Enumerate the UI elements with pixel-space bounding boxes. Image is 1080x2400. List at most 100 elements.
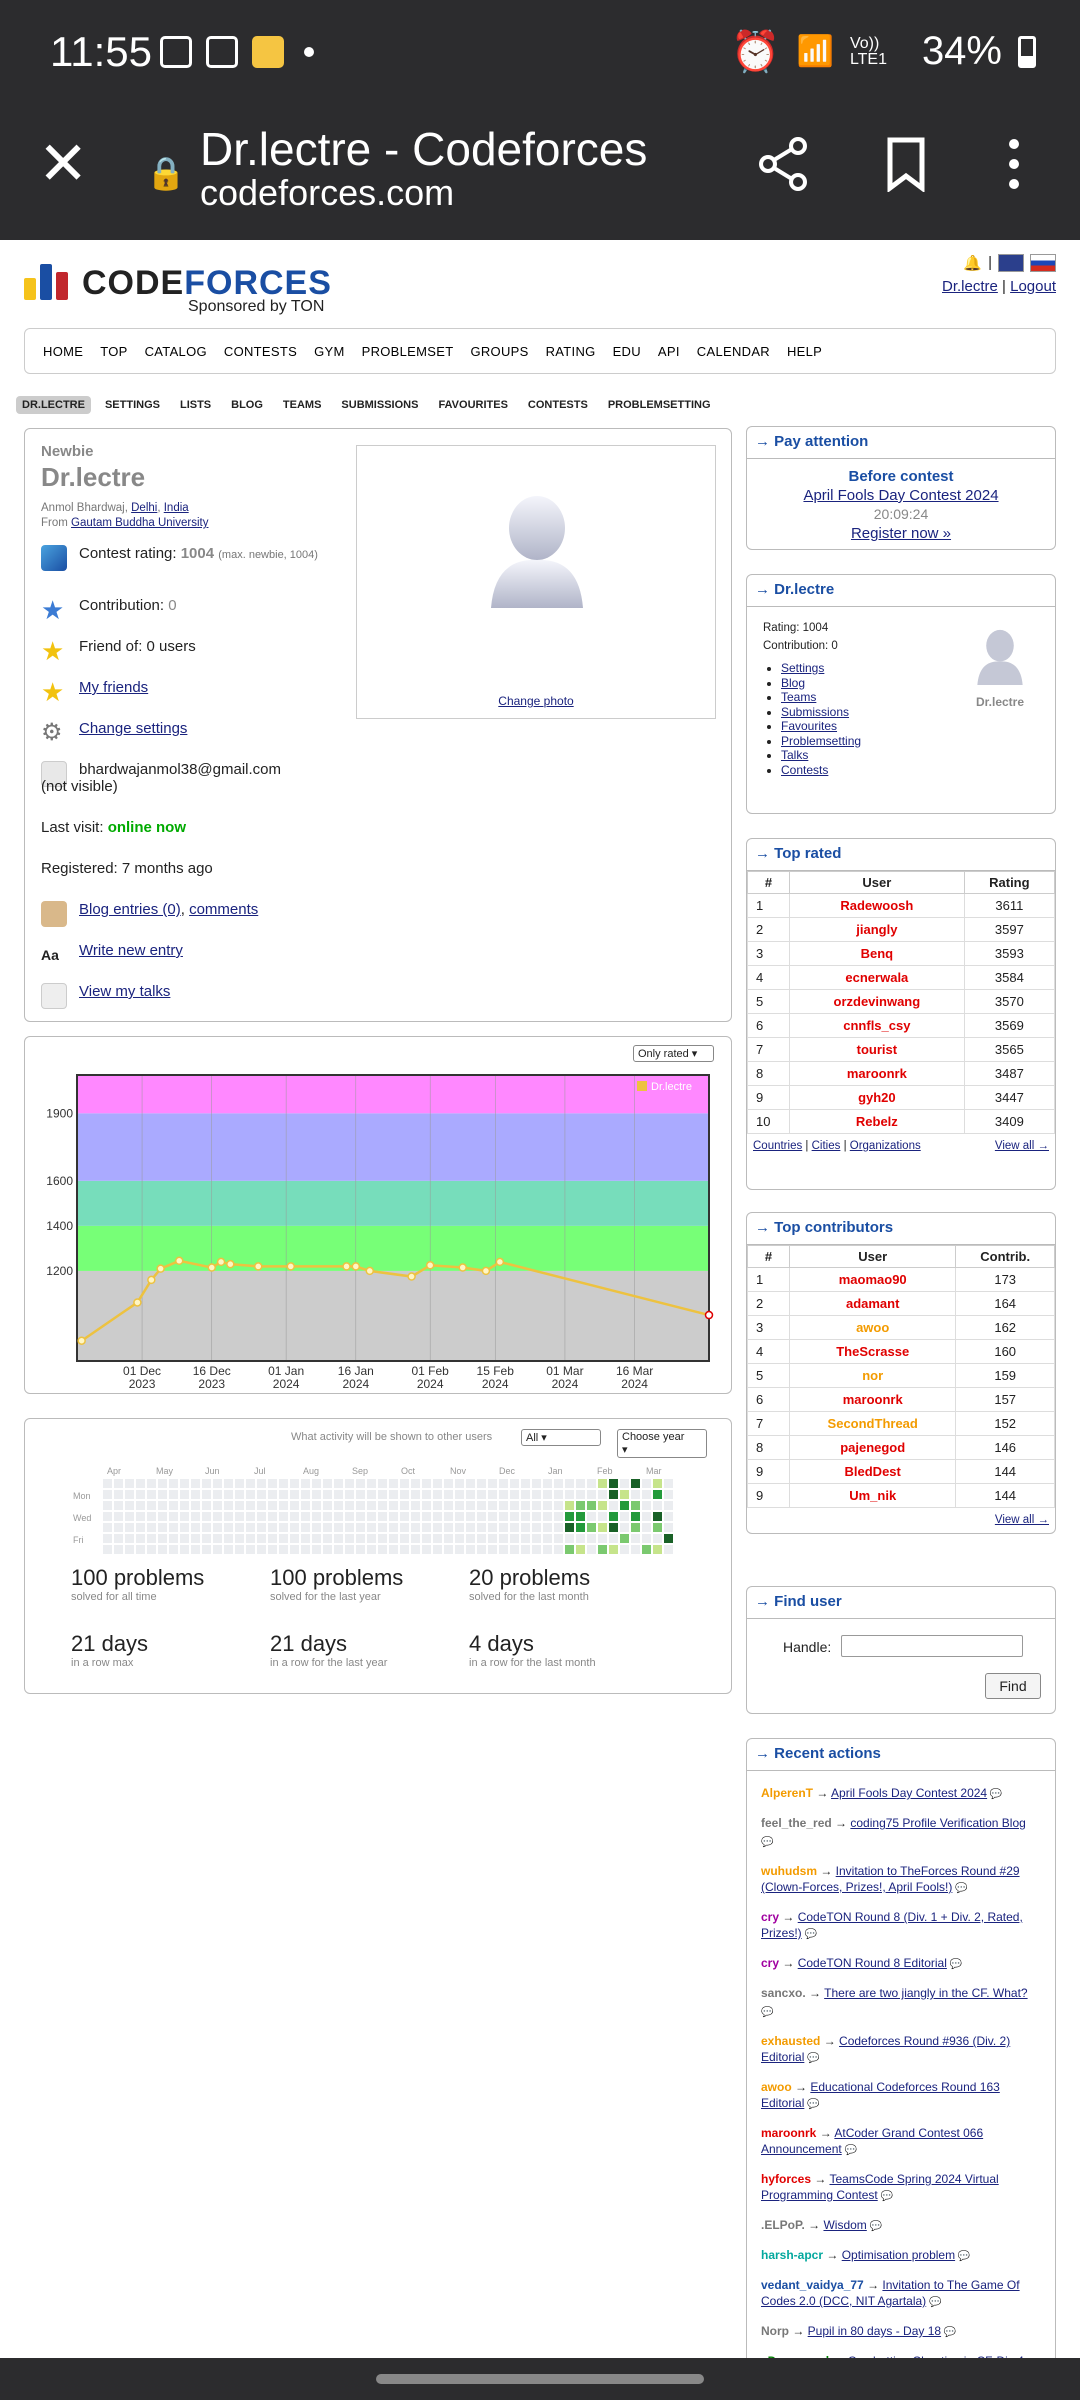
submenu-profile[interactable]: DR.LECTRE: [16, 396, 91, 414]
page-title[interactable]: Dr.lectre - Codeforces: [200, 122, 720, 176]
page-domain[interactable]: codeforces.com: [200, 172, 454, 214]
menu-home[interactable]: HOME: [43, 344, 83, 359]
recent-action-user[interactable]: harsh-apcr: [761, 2248, 823, 2262]
share-icon[interactable]: [756, 136, 812, 205]
contest-link[interactable]: April Fools Day Contest 2024: [803, 487, 998, 504]
recent-action-link[interactable]: Optimisation problem: [842, 2248, 955, 2262]
user-cell[interactable]: SecondThread: [788, 1411, 957, 1436]
notification-bell-icon[interactable]: 🔔: [963, 254, 982, 272]
submenu-settings[interactable]: SETTINGS: [99, 396, 166, 414]
year-select[interactable]: Choose year ▾: [617, 1429, 707, 1458]
recent-action-user[interactable]: .ELPoP.: [761, 2218, 805, 2232]
more-menu-icon[interactable]: [1004, 136, 1024, 205]
user-cell[interactable]: Radewoosh: [789, 893, 965, 918]
recent-action-link[interactable]: Pupil in 80 days - Day 18: [808, 2324, 941, 2338]
recent-action-user[interactable]: exhausted: [761, 2034, 820, 2048]
recent-action-user[interactable]: feel_the_red: [761, 1816, 832, 1830]
organizations-link[interactable]: Organizations: [850, 1140, 921, 1152]
user-cell[interactable]: Um_nik: [788, 1483, 957, 1508]
menu-help[interactable]: HELP: [787, 344, 822, 359]
user-cell[interactable]: maroonrk: [788, 1387, 957, 1412]
user-cell[interactable]: TheScrasse: [788, 1339, 957, 1364]
close-tab-icon[interactable]: ✕: [38, 134, 88, 194]
change-settings-link[interactable]: Change settings: [79, 720, 187, 737]
find-button[interactable]: Find: [985, 1673, 1041, 1699]
user-cell[interactable]: nor: [788, 1363, 957, 1388]
user-cell[interactable]: orzdevinwang: [789, 989, 965, 1014]
recent-action-user[interactable]: vedant_vaidya_77: [761, 2278, 864, 2292]
recent-action-user[interactable]: sancxo.: [761, 1986, 806, 2000]
recent-action-user[interactable]: wuhudsm: [761, 1864, 817, 1878]
recent-action-user[interactable]: Norp: [761, 2324, 789, 2338]
menu-problemset[interactable]: PROBLEMSET: [362, 344, 454, 359]
menu-top[interactable]: TOP: [100, 344, 127, 359]
menu-catalog[interactable]: CATALOG: [145, 344, 207, 359]
user-cell[interactable]: pajenegod: [788, 1435, 957, 1460]
sidebar-teams-link[interactable]: Teams: [781, 690, 816, 704]
recent-action-link[interactable]: There are two jiangly in the CF. What?: [824, 1986, 1027, 2000]
recent-action-user[interactable]: hyforces: [761, 2172, 811, 2186]
user-cell[interactable]: gyh20: [789, 1085, 965, 1110]
register-link[interactable]: Register now »: [851, 525, 951, 542]
home-gesture-pill[interactable]: [376, 2374, 704, 2384]
recent-action-link[interactable]: CodeTON Round 8 Editorial: [798, 1956, 947, 1970]
user-cell[interactable]: maroonrk: [789, 1061, 965, 1086]
menu-edu[interactable]: EDU: [613, 344, 641, 359]
user-cell[interactable]: ecnerwala: [789, 965, 965, 990]
comments-link[interactable]: comments: [189, 901, 258, 918]
recent-action-user[interactable]: cry: [761, 1910, 779, 1924]
user-cell[interactable]: awoo: [788, 1315, 957, 1340]
recent-action-link[interactable]: coding75 Profile Verification Blog: [850, 1816, 1025, 1830]
menu-calendar[interactable]: CALENDAR: [697, 344, 770, 359]
handle-input[interactable]: [841, 1635, 1023, 1657]
menu-contests[interactable]: CONTESTS: [224, 344, 297, 359]
top-rated-view-all[interactable]: View all →: [995, 1140, 1049, 1152]
top-contributors-view-all[interactable]: View all →: [995, 1514, 1049, 1526]
submenu-blog[interactable]: BLOG: [225, 396, 269, 414]
submenu-teams[interactable]: TEAMS: [277, 396, 328, 414]
recent-action-user[interactable]: maroonrk: [761, 2126, 816, 2140]
submenu-favourites[interactable]: FAVOURITES: [432, 396, 513, 414]
codeforces-logo[interactable]: CODEFORCES Sponsored by TON: [24, 260, 334, 315]
menu-api[interactable]: API: [658, 344, 680, 359]
my-friends-link[interactable]: My friends: [79, 679, 148, 696]
recent-action-link[interactable]: April Fools Day Contest 2024: [831, 1786, 987, 1800]
activity-filter-select[interactable]: All ▾: [521, 1429, 601, 1446]
user-cell[interactable]: Benq: [789, 941, 965, 966]
sidebar-blog-link[interactable]: Blog: [781, 676, 805, 690]
russian-flag-icon[interactable]: [1030, 254, 1056, 272]
recent-action-user[interactable]: cry: [761, 1956, 779, 1970]
recent-action-user[interactable]: awoo: [761, 2080, 792, 2094]
sidebar-problemsetting-link[interactable]: Problemsetting: [781, 734, 861, 748]
countries-link[interactable]: Countries: [753, 1140, 802, 1152]
user-cell[interactable]: jiangly: [789, 917, 965, 942]
cities-link[interactable]: Cities: [812, 1140, 841, 1152]
user-cell[interactable]: maomao90: [788, 1267, 957, 1292]
submenu-problemsetting[interactable]: PROBLEMSETTING: [602, 396, 717, 414]
city-link[interactable]: Delhi: [131, 502, 157, 514]
sidebar-talks-link[interactable]: Talks: [781, 748, 808, 762]
menu-groups[interactable]: GROUPS: [470, 344, 528, 359]
sidebar-contests-link[interactable]: Contests: [781, 763, 828, 777]
country-link[interactable]: India: [164, 502, 189, 514]
menu-rating[interactable]: RATING: [546, 344, 596, 359]
sidebar-submissions-link[interactable]: Submissions: [781, 705, 849, 719]
recent-action-user[interactable]: AlperenT: [761, 1786, 813, 1800]
bookmark-icon[interactable]: [884, 136, 928, 205]
recent-action-link[interactable]: Wisdom: [823, 2218, 866, 2232]
user-cell[interactable]: Rebelz: [789, 1109, 965, 1134]
blog-entries-link[interactable]: Blog entries (0): [79, 901, 181, 918]
submenu-lists[interactable]: LISTS: [174, 396, 217, 414]
write-entry-link[interactable]: Write new entry: [79, 942, 183, 959]
menu-gym[interactable]: GYM: [314, 344, 345, 359]
view-talks-link[interactable]: View my talks: [79, 983, 170, 1000]
sidebar-favourites-link[interactable]: Favourites: [781, 719, 837, 733]
lock-icon[interactable]: 🔒: [146, 154, 186, 192]
user-cell[interactable]: tourist: [789, 1037, 965, 1062]
user-cell[interactable]: cnnfls_csy: [789, 1013, 965, 1038]
change-photo-link[interactable]: Change photo: [357, 694, 715, 708]
sidebar-settings-link[interactable]: Settings: [781, 661, 824, 675]
logout-link[interactable]: Logout: [1010, 278, 1056, 295]
submenu-contests[interactable]: CONTESTS: [522, 396, 594, 414]
user-cell[interactable]: BledDest: [788, 1459, 957, 1484]
